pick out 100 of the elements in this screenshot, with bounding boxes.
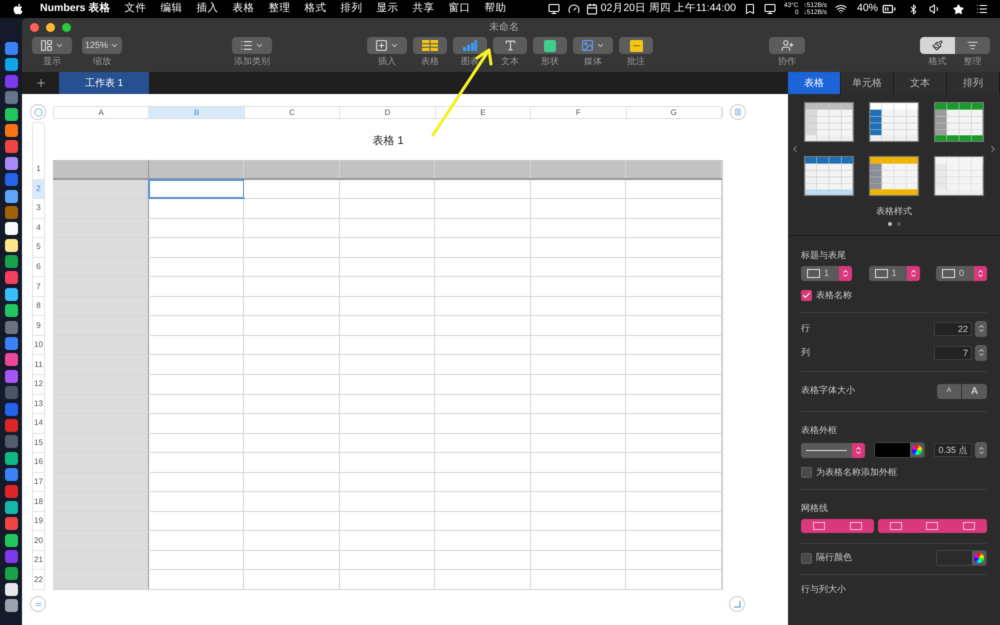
table-cell[interactable]	[435, 160, 531, 178]
number-field[interactable]: 7	[934, 346, 972, 360]
row-header[interactable]: 13	[32, 394, 45, 414]
row-header[interactable]: 22	[32, 570, 45, 590]
row-header[interactable]: 19	[32, 512, 45, 532]
table-cell[interactable]	[53, 218, 149, 238]
collaborate-button[interactable]	[769, 37, 805, 54]
row-header[interactable]: 6	[32, 258, 45, 278]
app-menu[interactable]: Numbers 表格	[40, 1, 110, 17]
table-cell[interactable]	[53, 570, 149, 590]
zoom-button[interactable]: 125%	[82, 37, 122, 54]
view-button[interactable]	[32, 37, 72, 54]
table-button[interactable]	[413, 37, 447, 54]
gridline-segmented-control[interactable]	[878, 519, 987, 533]
row-header[interactable]: 14	[32, 414, 45, 434]
table-cell[interactable]	[340, 277, 436, 296]
battery-icon[interactable]	[882, 2, 896, 16]
row-header[interactable]: 5	[32, 238, 45, 258]
column-header[interactable]: G	[626, 106, 722, 118]
checkbox[interactable]	[801, 290, 812, 302]
number-field[interactable]: 0.35 点	[934, 443, 972, 457]
comment-button[interactable]	[619, 37, 653, 54]
app-icon[interactable]	[4, 582, 18, 596]
table-cell[interactable]	[53, 316, 149, 335]
select-all-button[interactable]	[30, 104, 46, 120]
display-icon[interactable]	[764, 3, 776, 15]
table-cell[interactable]	[340, 296, 436, 316]
shape-button[interactable]	[533, 37, 567, 54]
apple-icon[interactable]	[12, 3, 24, 15]
inspector-tab[interactable]: 排列	[947, 72, 1000, 94]
bluetooth-icon[interactable]	[908, 4, 919, 14]
menu-item[interactable]: 共享	[412, 1, 434, 17]
table-cell[interactable]	[148, 277, 244, 296]
row-header[interactable]: 18	[32, 492, 45, 512]
app-icon[interactable]	[4, 304, 18, 318]
app-icon[interactable]	[4, 534, 18, 547]
app-icon[interactable]	[4, 452, 18, 465]
header-stepper[interactable]: 1	[801, 266, 852, 281]
media-button[interactable]	[573, 37, 613, 54]
table-cell[interactable]	[148, 550, 244, 570]
menu-item[interactable]: 显示	[376, 1, 398, 17]
row-header[interactable]: 10	[32, 336, 45, 356]
stepper[interactable]	[975, 442, 987, 458]
table-cell[interactable]	[148, 394, 244, 414]
table-cell[interactable]	[148, 434, 244, 452]
table-cell[interactable]	[53, 512, 149, 530]
table-cell[interactable]	[626, 160, 722, 178]
pause-button[interactable]	[730, 104, 746, 120]
table-cell[interactable]	[340, 336, 436, 354]
chart-button[interactable]	[453, 37, 487, 54]
insert-button[interactable]	[367, 37, 407, 54]
row-header[interactable]: 20	[32, 531, 45, 551]
table-cell[interactable]	[53, 180, 149, 198]
table-cell[interactable]	[340, 550, 436, 570]
row-header[interactable]: 12	[32, 375, 45, 395]
table-style-thumbnail[interactable]	[934, 102, 984, 142]
table-cell[interactable]	[340, 492, 436, 511]
row-header[interactable]: 16	[32, 453, 45, 473]
row-header[interactable]: 15	[32, 434, 45, 454]
table-cell[interactable]	[53, 550, 149, 570]
app-icon[interactable]	[4, 288, 18, 301]
stepper[interactable]	[975, 344, 987, 360]
table-cell[interactable]	[53, 434, 149, 452]
monitor-icon[interactable]	[548, 3, 560, 15]
bookmark-icon[interactable]	[744, 3, 756, 15]
table-cell[interactable]	[148, 453, 244, 472]
table-style-thumbnail[interactable]	[869, 156, 919, 196]
format-toggle[interactable]	[920, 37, 955, 54]
header-stepper[interactable]: 0	[936, 266, 987, 281]
inspector-tab[interactable]: 表格	[788, 72, 841, 94]
inspector-tab[interactable]: 单元格	[841, 72, 894, 94]
app-icon[interactable]	[4, 108, 18, 121]
row-header[interactable]: 4	[32, 218, 45, 238]
table-cell[interactable]	[148, 472, 244, 492]
app-icon[interactable]	[4, 58, 18, 72]
table-cell[interactable]	[148, 570, 244, 590]
category-button[interactable]	[232, 37, 272, 54]
color-well[interactable]	[936, 550, 987, 566]
table-cell[interactable]	[340, 472, 436, 492]
gauge-icon[interactable]	[568, 3, 580, 15]
app-icon[interactable]	[4, 238, 18, 252]
larger-font-button[interactable]: A	[962, 384, 987, 398]
app-icon[interactable]	[4, 190, 18, 203]
table-cell[interactable]	[148, 414, 244, 433]
number-field[interactable]: 22	[934, 322, 972, 336]
table-cell[interactable]	[340, 531, 436, 550]
minimize-button[interactable]	[46, 23, 55, 32]
table-cell[interactable]	[53, 472, 149, 492]
table-cell[interactable]	[340, 394, 436, 414]
column-header[interactable]: E	[436, 106, 532, 118]
stepper[interactable]	[975, 320, 987, 336]
resize-button[interactable]	[729, 596, 745, 612]
text-button[interactable]	[493, 37, 527, 54]
table-cell[interactable]	[53, 336, 149, 354]
table-cell[interactable]	[53, 296, 149, 316]
table-cell[interactable]	[148, 355, 244, 374]
table-style-thumbnail[interactable]	[804, 156, 854, 196]
table-cell[interactable]	[340, 355, 436, 374]
table-cell[interactable]	[340, 570, 436, 590]
table-cell[interactable]	[53, 355, 149, 374]
